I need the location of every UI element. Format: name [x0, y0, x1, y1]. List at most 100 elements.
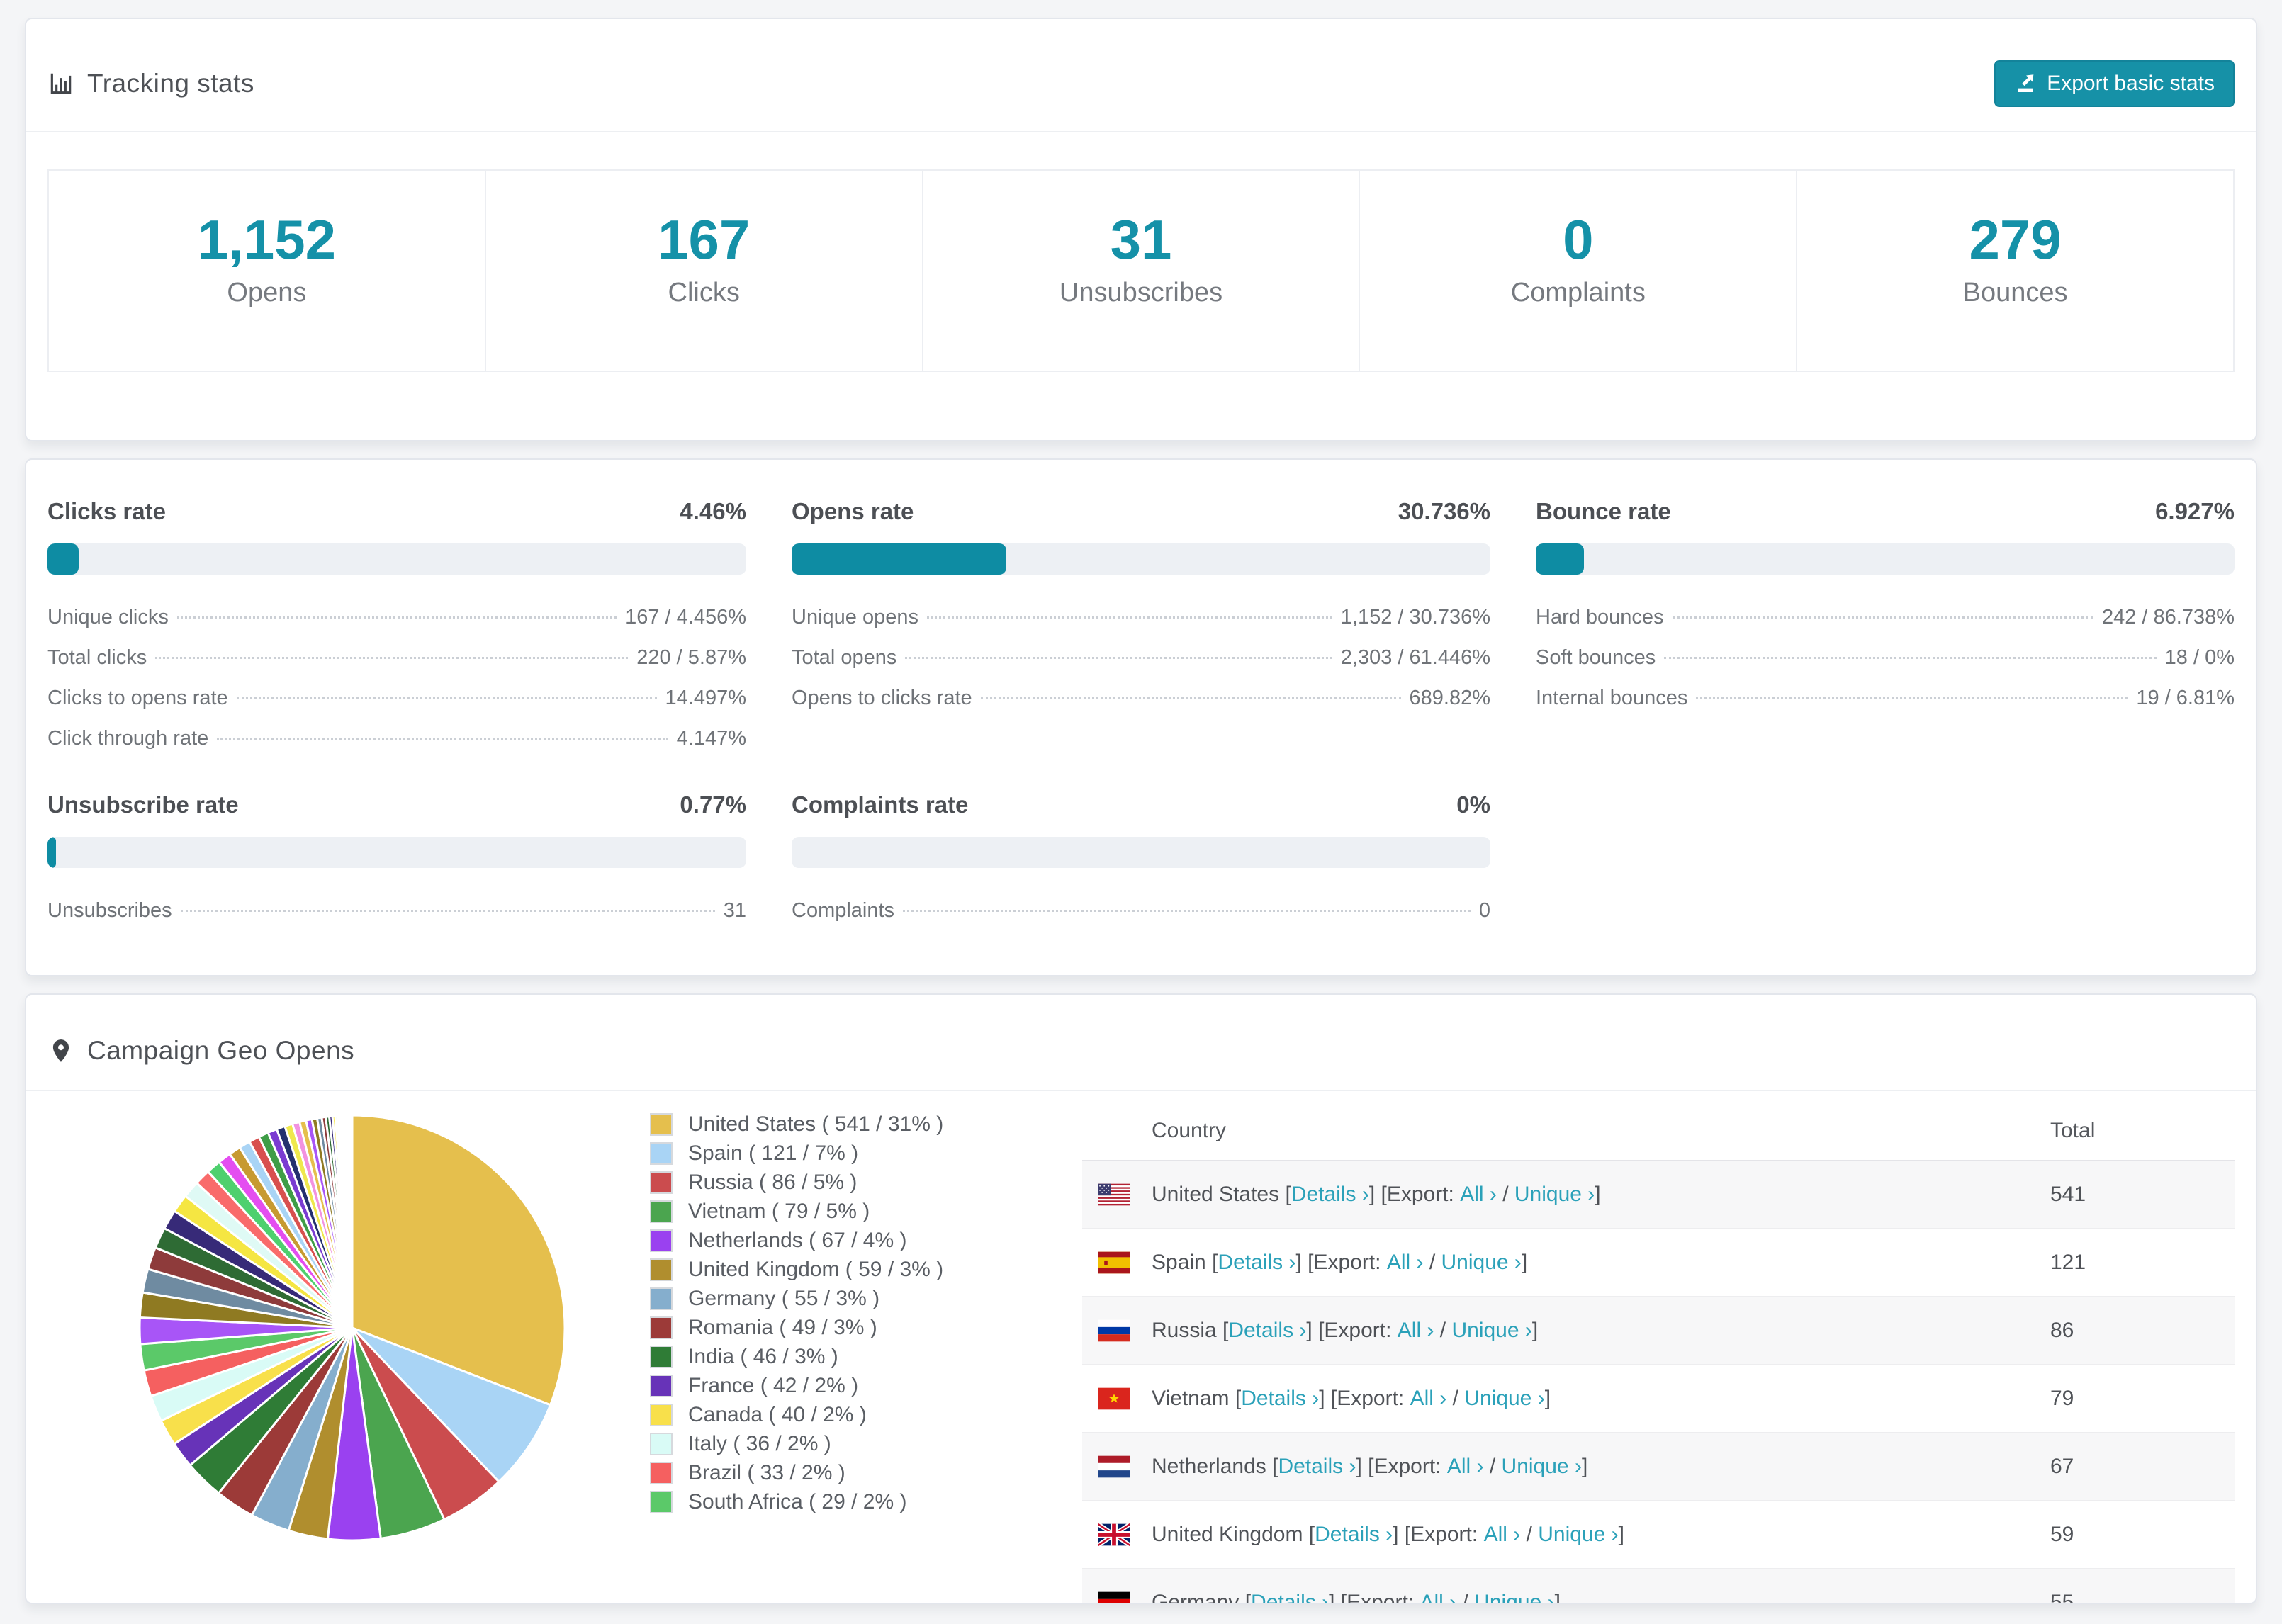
- rate-value: 30.736%: [1398, 498, 1490, 524]
- geo-pie-wrap: [47, 1098, 650, 1603]
- export-basic-stats-button[interactable]: Export basic stats: [1994, 60, 2235, 107]
- details-link-es[interactable]: Details ›: [1218, 1251, 1295, 1275]
- rate-progress-fill: [47, 837, 56, 868]
- legend-label: Canada ( 40 / 2% ): [688, 1403, 867, 1426]
- rate-header: Bounce rate 6.927%: [1536, 498, 2235, 525]
- rate-value: 6.927%: [2155, 498, 2235, 524]
- rate-row-label: Total clicks: [47, 646, 147, 669]
- details-link-nl[interactable]: Details ›: [1278, 1455, 1356, 1479]
- export-unique-link-de[interactable]: Unique ›: [1474, 1591, 1554, 1603]
- rate-row-label: Hard bounces: [1536, 606, 1664, 628]
- rate-row-value: 689.82%: [1409, 687, 1491, 709]
- geo-table-row-nl: Netherlands [Details ›] [Export: All › /…: [1082, 1433, 2235, 1501]
- dotted-leader: [1664, 657, 2157, 659]
- legend-item-us: United States ( 541 / 31% ): [650, 1110, 1082, 1139]
- export-unique-link-ru[interactable]: Unique ›: [1451, 1319, 1531, 1343]
- export-unique-link-es[interactable]: Unique ›: [1441, 1251, 1522, 1275]
- dotted-leader: [980, 697, 1401, 699]
- stat-box-bounces: 279 Bounces: [1797, 171, 2233, 371]
- details-link-gb[interactable]: Details ›: [1315, 1523, 1393, 1547]
- export-icon: [2018, 74, 2034, 92]
- details-link-vn[interactable]: Details ›: [1241, 1387, 1319, 1411]
- legend-swatch: [650, 1229, 673, 1252]
- rate-row-value: 4.147%: [676, 727, 746, 750]
- legend-item-in: India ( 46 / 3% ): [650, 1342, 1082, 1371]
- export-unique-link-gb[interactable]: Unique ›: [1538, 1523, 1618, 1547]
- country-name: Netherlands: [1152, 1454, 1266, 1478]
- rate-title: Complaints rate: [792, 791, 969, 818]
- rate-rows: Complaints 0: [792, 891, 1490, 931]
- export-unique-link-nl[interactable]: Unique ›: [1502, 1455, 1582, 1479]
- legend-item-ro: Romania ( 49 / 3% ): [650, 1313, 1082, 1342]
- dotted-leader: [1696, 697, 2128, 699]
- export-all-link-us[interactable]: All ›: [1460, 1183, 1497, 1207]
- geo-table-cell-total: 86: [2050, 1318, 2074, 1342]
- bar-chart-icon: [50, 73, 72, 94]
- rate-progress-bar: [792, 543, 1490, 575]
- legend-label: Spain ( 121 / 7% ): [688, 1141, 859, 1165]
- rate-progress-bar: [792, 837, 1490, 868]
- legend-item-za: South Africa ( 29 / 2% ): [650, 1487, 1082, 1516]
- export-all-link-nl[interactable]: All ›: [1447, 1455, 1484, 1479]
- dotted-leader: [236, 697, 657, 699]
- legend-item-ca: Canada ( 40 / 2% ): [650, 1400, 1082, 1429]
- rate-header: Complaints rate 0%: [792, 791, 1490, 818]
- geo-table-cell-total: 121: [2050, 1250, 2086, 1274]
- export-all-link-ru[interactable]: All ›: [1398, 1319, 1434, 1343]
- legend-item-br: Brazil ( 33 / 2% ): [650, 1458, 1082, 1487]
- export-all-link-gb[interactable]: All ›: [1484, 1523, 1521, 1547]
- stat-box-clicks: 167 Clicks: [486, 171, 923, 371]
- legend-swatch: [650, 1171, 673, 1194]
- rate-row-label: Unique opens: [792, 606, 918, 628]
- dotted-leader: [905, 657, 1332, 659]
- stat-value: 167: [658, 208, 751, 271]
- export-all-link-de[interactable]: All ›: [1420, 1591, 1456, 1603]
- stat-value: 279: [1969, 208, 2062, 271]
- dotted-leader: [155, 657, 629, 659]
- geo-table-row-es: Spain [Details ›] [Export: All › / Uniqu…: [1082, 1229, 2235, 1297]
- rate-row-value: 2,303 / 61.446%: [1340, 646, 1490, 669]
- legend-label: Vietnam ( 79 / 5% ): [688, 1200, 870, 1223]
- geo-title-row: Campaign Geo Opens: [47, 1036, 354, 1066]
- legend-swatch: [650, 1345, 673, 1368]
- rate-value: 0%: [1456, 791, 1490, 818]
- rate-rows: Unique clicks 167 / 4.456% Total clicks 220…: [47, 597, 746, 759]
- export-unique-link-vn[interactable]: Unique ›: [1464, 1387, 1544, 1411]
- country-name: Germany: [1152, 1590, 1240, 1603]
- stat-box-opens: 1,152 Opens: [49, 171, 486, 371]
- rate-value: 4.46%: [680, 498, 746, 524]
- geo-table-cell-total: 79: [2050, 1386, 2074, 1410]
- rate-progress-fill: [47, 543, 79, 575]
- geo-table-cell-country: United Kingdom [Details ›] [Export: All …: [1082, 1523, 2050, 1547]
- legend-swatch: [650, 1432, 673, 1455]
- details-link-de[interactable]: Details ›: [1251, 1591, 1329, 1603]
- export-all-link-es[interactable]: All ›: [1387, 1251, 1424, 1275]
- map-pin-icon: [52, 1039, 69, 1062]
- export-unique-link-us[interactable]: Unique ›: [1514, 1183, 1595, 1207]
- geo-table-header-row: Country Total: [1082, 1101, 2235, 1161]
- country-name: Vietnam: [1152, 1386, 1230, 1410]
- rate-title: Clicks rate: [47, 498, 166, 524]
- geo-table-cell-country: Netherlands [Details ›] [Export: All › /…: [1082, 1455, 2050, 1479]
- legend-label: South Africa ( 29 / 2% ): [688, 1490, 907, 1513]
- geo-table-cell-country: United States [Details ›] [Export: All ›…: [1082, 1183, 2050, 1207]
- rate-row-value: 31: [723, 899, 746, 922]
- rate-row-value: 167 / 4.456%: [625, 606, 746, 628]
- rate-row: Unique clicks 167 / 4.456%: [47, 597, 746, 638]
- dotted-leader: [176, 616, 617, 619]
- details-link-ru[interactable]: Details ›: [1228, 1319, 1306, 1343]
- rate-row: Complaints 0: [792, 891, 1490, 931]
- rate-row-label: Complaints: [792, 899, 895, 922]
- geo-table-cell-country: Germany [Details ›] [Export: All › / Uni…: [1082, 1591, 2050, 1603]
- export-all-link-vn[interactable]: All ›: [1410, 1387, 1447, 1411]
- country-name: Russia: [1152, 1318, 1217, 1342]
- legend-label: Italy ( 36 / 2% ): [688, 1432, 831, 1455]
- tracking-stats-title-row: Tracking stats: [47, 69, 254, 98]
- details-link-us[interactable]: Details ›: [1291, 1183, 1369, 1207]
- legend-item-es: Spain ( 121 / 7% ): [650, 1139, 1082, 1168]
- stat-value: 1,152: [197, 208, 336, 271]
- geo-content: United States ( 541 / 31% ) Spain ( 121 /…: [26, 1091, 2256, 1603]
- geo-table-cell-country: Vietnam [Details ›] [Export: All › / Uni…: [1082, 1387, 2050, 1411]
- rate-row-label: Unique clicks: [47, 606, 169, 628]
- legend-label: Romania ( 49 / 3% ): [688, 1316, 877, 1339]
